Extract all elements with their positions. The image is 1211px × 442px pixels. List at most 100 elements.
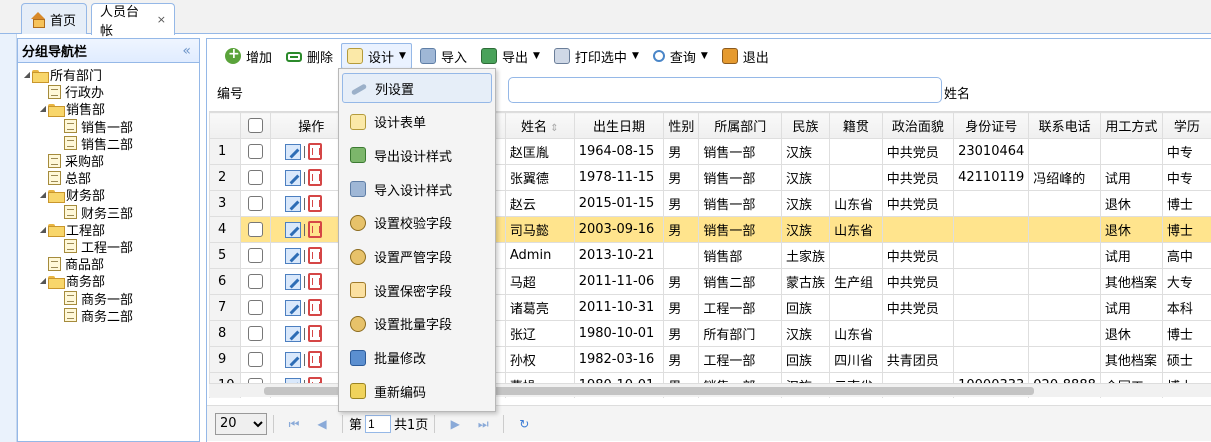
- edit-icon[interactable]: [284, 143, 301, 160]
- menu-item[interactable]: 导入设计样式: [342, 174, 492, 204]
- tree-node[interactable]: 工程一部: [18, 238, 199, 256]
- add-button[interactable]: 增加: [219, 43, 278, 69]
- tree-node[interactable]: 销售二部: [18, 135, 199, 153]
- row-checkbox[interactable]: [247, 144, 263, 159]
- row-checkbox[interactable]: [247, 326, 263, 341]
- column-header[interactable]: [209, 112, 241, 139]
- tree-node[interactable]: 采购部: [18, 152, 199, 170]
- column-header[interactable]: 用工方式: [1099, 112, 1163, 139]
- column-header[interactable]: 所属部门: [698, 112, 783, 139]
- row-checkbox[interactable]: [247, 352, 263, 367]
- menu-item[interactable]: 批量修改: [342, 343, 492, 373]
- tab-personnel-ledger[interactable]: 人员台帐 ×: [91, 3, 175, 39]
- expand-triangle-icon[interactable]: ◢: [38, 225, 48, 234]
- query-button[interactable]: 查询 ▼: [647, 43, 714, 69]
- page-number-input[interactable]: [365, 414, 392, 433]
- column-header[interactable]: 身份证号: [953, 112, 1030, 139]
- row-checkbox[interactable]: [247, 300, 263, 315]
- select-all-checkbox[interactable]: [247, 118, 263, 133]
- menu-item[interactable]: 设置校验字段: [342, 208, 492, 238]
- edit-icon[interactable]: [284, 247, 301, 264]
- edit-icon[interactable]: [284, 169, 301, 186]
- tree-node-label: 财务三部: [81, 206, 134, 222]
- expand-triangle-icon[interactable]: ◢: [38, 104, 48, 113]
- cell-sex: 男: [663, 190, 700, 217]
- trash-icon[interactable]: [307, 221, 322, 238]
- column-header[interactable]: 姓名 ⇕: [504, 112, 575, 139]
- row-checkbox[interactable]: [247, 222, 263, 237]
- exit-button[interactable]: 退出: [716, 43, 775, 69]
- prev-page-icon[interactable]: ◀: [316, 418, 328, 430]
- edit-icon[interactable]: [284, 351, 301, 368]
- tree-node[interactable]: 总部: [18, 169, 199, 187]
- tree-node[interactable]: ◢ 财务部: [18, 186, 199, 204]
- row-checkbox-cell: [239, 138, 271, 165]
- column-header[interactable]: 出生日期: [573, 112, 665, 139]
- edit-icon[interactable]: [284, 299, 301, 316]
- design-button[interactable]: 设计 ▼: [341, 43, 412, 69]
- edit-icon[interactable]: [284, 325, 301, 342]
- next-page-icon[interactable]: ▶: [449, 418, 461, 430]
- tree-node[interactable]: 商品部: [18, 255, 199, 273]
- trash-icon[interactable]: [307, 247, 322, 264]
- sort-icon[interactable]: ⇕: [547, 123, 558, 134]
- folder-icon: [48, 275, 65, 289]
- column-header[interactable]: 政治面貌: [881, 112, 955, 139]
- delete-button[interactable]: 删除: [280, 43, 339, 69]
- cell-nation: 汉族: [781, 138, 831, 165]
- column-header[interactable]: [239, 112, 271, 139]
- last-page-icon[interactable]: ⏭: [477, 418, 489, 430]
- expand-triangle-icon[interactable]: ◢: [38, 276, 48, 285]
- menu-item[interactable]: 导出设计样式: [342, 140, 492, 170]
- search-input[interactable]: [508, 77, 942, 103]
- tree-node[interactable]: 财务三部: [18, 204, 199, 222]
- export-button[interactable]: 导出 ▼: [475, 43, 546, 69]
- add-label: 增加: [246, 50, 273, 66]
- column-header[interactable]: 学历: [1161, 112, 1211, 139]
- tree-node[interactable]: ◢ 所有部门: [18, 66, 199, 84]
- tree-node[interactable]: ◢ 工程部: [18, 221, 199, 239]
- tree-node[interactable]: 销售一部: [18, 118, 199, 136]
- chevron-down-icon: ▼: [533, 51, 540, 61]
- trash-icon[interactable]: [307, 273, 322, 290]
- tree-node[interactable]: 行政办: [18, 83, 199, 101]
- column-header[interactable]: 联系电话: [1028, 112, 1101, 139]
- edit-icon[interactable]: [284, 221, 301, 238]
- expand-triangle-icon[interactable]: ◢: [38, 190, 48, 199]
- row-checkbox[interactable]: [247, 248, 263, 263]
- first-page-icon[interactable]: ⏮: [288, 418, 300, 430]
- expand-triangle-icon[interactable]: ◢: [22, 70, 32, 79]
- trash-icon[interactable]: [307, 143, 322, 160]
- menu-item[interactable]: 设置保密字段: [342, 275, 492, 305]
- menu-item[interactable]: 重新编码: [342, 376, 492, 406]
- menu-item[interactable]: 设置批量字段: [342, 309, 492, 339]
- menu-item[interactable]: 设置严管字段: [342, 242, 492, 272]
- column-header[interactable]: 民族: [781, 112, 831, 139]
- row-checkbox[interactable]: [247, 196, 263, 211]
- tab-home[interactable]: 首页: [21, 3, 87, 34]
- folder-icon: [48, 103, 65, 117]
- refresh-icon[interactable]: ↻: [518, 418, 530, 430]
- import-button[interactable]: 导入: [414, 43, 473, 69]
- close-icon[interactable]: ×: [157, 13, 166, 26]
- tree-node[interactable]: 商务二部: [18, 307, 199, 325]
- row-checkbox[interactable]: [247, 274, 263, 289]
- trash-icon[interactable]: [307, 351, 322, 368]
- trash-icon[interactable]: [307, 195, 322, 212]
- print-selected-button[interactable]: 打印选中 ▼: [548, 43, 645, 69]
- page-size-select[interactable]: 20: [215, 412, 267, 435]
- collapse-icon[interactable]: «: [182, 43, 191, 59]
- menu-item[interactable]: 列设置: [342, 73, 492, 103]
- tree-node[interactable]: ◢ 销售部: [18, 100, 199, 118]
- row-checkbox[interactable]: [247, 170, 263, 185]
- edit-icon[interactable]: [284, 273, 301, 290]
- column-header[interactable]: 性别: [663, 112, 700, 139]
- tree-node[interactable]: 商务一部: [18, 289, 199, 308]
- column-header[interactable]: 籍贯: [829, 112, 883, 139]
- trash-icon[interactable]: [307, 169, 322, 186]
- trash-icon[interactable]: [307, 299, 322, 316]
- trash-icon[interactable]: [307, 325, 322, 342]
- tree-node[interactable]: ◢ 商务部: [18, 272, 199, 290]
- menu-item[interactable]: 设计表单: [342, 107, 492, 137]
- edit-icon[interactable]: [284, 195, 301, 212]
